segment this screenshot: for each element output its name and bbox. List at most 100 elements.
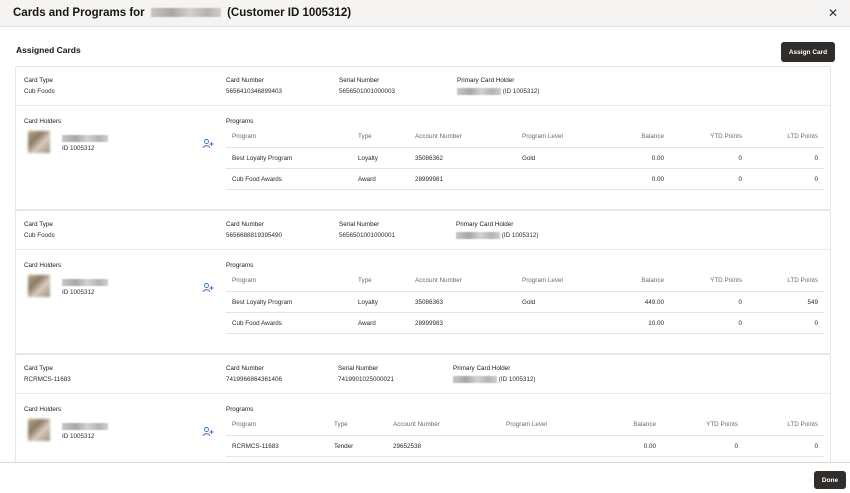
- card-type-value: Cub Foods: [24, 232, 55, 239]
- cell-ltd: 549: [807, 299, 818, 306]
- programs-label: Programs: [226, 262, 254, 269]
- holder-id: ID 1005312: [62, 145, 95, 152]
- cell-level: Gold: [522, 155, 536, 162]
- primary-holder-id: (ID 1005312): [502, 88, 540, 96]
- cell-ytd: 0: [734, 443, 738, 450]
- col-type: Type: [358, 277, 372, 284]
- close-icon[interactable]: ✕: [828, 6, 838, 20]
- divider: [16, 393, 830, 394]
- dialog-title-prefix: Cards and Programs for: [13, 7, 145, 19]
- cell-level: Gold: [522, 299, 536, 306]
- avatar: [28, 275, 50, 297]
- card-type-label: Card Type: [24, 77, 53, 84]
- add-user-icon[interactable]: [202, 138, 214, 150]
- programs-label: Programs: [226, 406, 254, 413]
- row-divider: [226, 333, 824, 334]
- col-level: Program Level: [522, 133, 563, 140]
- serial-number-label: Serial Number: [338, 365, 379, 372]
- assigned-cards-title: Assigned Cards: [16, 45, 81, 55]
- done-button[interactable]: Done: [814, 471, 846, 489]
- add-user-icon[interactable]: [202, 282, 214, 294]
- cell-account: 28999983: [415, 320, 444, 327]
- cell-type: Loyalty: [358, 155, 378, 162]
- col-level: Program Level: [506, 421, 547, 428]
- col-type: Type: [334, 421, 348, 428]
- col-ytd: YTD Points: [710, 133, 742, 140]
- cell-program: Cub Food Awards: [232, 176, 282, 183]
- cell-ytd: 0: [738, 155, 742, 162]
- col-ltd: LTD Points: [787, 421, 818, 428]
- row-divider: [226, 189, 824, 190]
- primary-holder-label: Primary Card Holder: [453, 365, 511, 372]
- cell-type: Award: [358, 176, 376, 183]
- col-ytd: YTD Points: [706, 421, 738, 428]
- add-user-icon[interactable]: [202, 426, 214, 438]
- cell-ltd: 0: [814, 320, 818, 327]
- dialog-footer: [0, 462, 850, 493]
- col-account: Account Number: [415, 277, 462, 284]
- card-panel: Card Type RCRMCS-11683 Card Number 74199…: [15, 354, 831, 462]
- cell-balance: 449.00: [644, 299, 664, 306]
- serial-number-value: 7419901025000021: [338, 376, 395, 383]
- avatar: [28, 419, 50, 441]
- primary-holder-value: (ID 1005312): [453, 376, 536, 383]
- serial-number-label: Serial Number: [339, 221, 380, 228]
- primary-holder-value: (ID 1005312): [456, 232, 539, 239]
- row-divider: [226, 456, 824, 457]
- cell-ytd: 0: [738, 320, 742, 327]
- cell-account: 28999981: [415, 176, 444, 183]
- col-balance: Balance: [641, 277, 664, 284]
- serial-number-value: 5656501001000001: [339, 232, 396, 239]
- primary-holder-id: (ID 1005312): [498, 376, 536, 384]
- card-number-value: 5656410346899403: [226, 88, 283, 95]
- serial-number-label: Serial Number: [339, 77, 380, 84]
- dialog-header: Cards and Programs for (Customer ID 1005…: [0, 0, 850, 27]
- redacted-holder-name: [62, 135, 108, 142]
- col-type: Type: [358, 133, 372, 140]
- divider: [16, 105, 830, 106]
- card-type-value: RCRMCS-11683: [24, 376, 71, 383]
- redacted-customer-name: [150, 8, 221, 18]
- col-program: Program: [232, 133, 257, 140]
- col-ltd: LTD Points: [787, 133, 818, 140]
- cell-type: Loyalty: [358, 299, 378, 306]
- cell-balance: 0.00: [643, 443, 656, 450]
- col-program: Program: [232, 421, 257, 428]
- programs-label: Programs: [226, 118, 254, 125]
- cell-program: Best Loyalty Program: [232, 299, 293, 306]
- avatar: [28, 131, 50, 153]
- card-number-value: 7419966864361406: [226, 376, 283, 383]
- dialog-title: Cards and Programs for (Customer ID 1005…: [13, 7, 351, 19]
- col-ltd: LTD Points: [787, 277, 818, 284]
- assign-card-button[interactable]: Assign Card: [781, 42, 835, 62]
- primary-holder-id: (ID 1005312): [501, 232, 539, 240]
- card-panel: Card Type Cub Foods Card Number 56564103…: [15, 66, 831, 210]
- dialog-content: Assigned Cards Assign Card Card Type Cub…: [0, 28, 850, 462]
- row-divider: [226, 291, 824, 292]
- card-type-label: Card Type: [24, 221, 53, 228]
- row-divider: [226, 312, 824, 313]
- card-type-label: Card Type: [24, 365, 53, 372]
- redacted-holder-name: [457, 88, 501, 95]
- primary-holder-label: Primary Card Holder: [457, 77, 515, 84]
- dialog-title-suffix: (Customer ID 1005312): [227, 7, 352, 19]
- row-divider: [226, 147, 824, 148]
- col-ytd: YTD Points: [710, 277, 742, 284]
- primary-holder-label: Primary Card Holder: [456, 221, 514, 228]
- primary-holder-value: (ID 1005312): [457, 88, 540, 95]
- cell-account: 29652538: [393, 443, 422, 450]
- col-level: Program Level: [522, 277, 563, 284]
- cell-ltd: 0: [814, 443, 818, 450]
- cell-ytd: 0: [738, 299, 742, 306]
- row-divider: [226, 168, 824, 169]
- card-number-label: Card Number: [226, 365, 264, 372]
- row-divider: [226, 435, 824, 436]
- card-holders-label: Card Holders: [24, 406, 62, 413]
- col-account: Account Number: [393, 421, 440, 428]
- redacted-holder-name: [62, 423, 108, 430]
- cell-ytd: 0: [738, 176, 742, 183]
- card-number-label: Card Number: [226, 221, 264, 228]
- col-account: Account Number: [415, 133, 462, 140]
- cell-program: Cub Food Awards: [232, 320, 282, 327]
- holder-id: ID 1005312: [62, 289, 95, 296]
